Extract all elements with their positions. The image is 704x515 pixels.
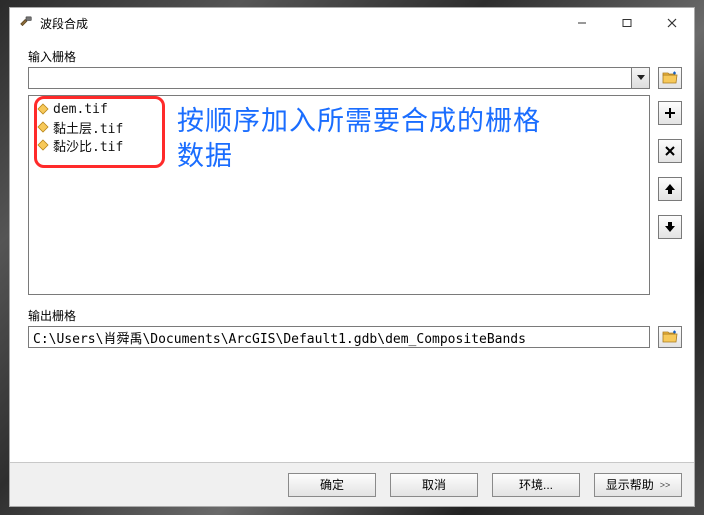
list-item[interactable]: 黏土层.tif bbox=[29, 118, 649, 136]
list-item-label: dem.tif bbox=[53, 102, 108, 117]
raster-layer-icon bbox=[37, 139, 49, 151]
environments-button[interactable]: 环境... bbox=[492, 473, 580, 497]
cancel-button[interactable]: 取消 bbox=[390, 473, 478, 497]
titlebar: 波段合成 bbox=[10, 8, 694, 38]
input-raster-label: 输入栅格 bbox=[28, 48, 682, 65]
browse-output-button[interactable] bbox=[658, 326, 682, 348]
environments-button-label: 环境... bbox=[519, 476, 553, 493]
cancel-button-label: 取消 bbox=[422, 476, 446, 493]
list-item-label: 黏沙比.tif bbox=[53, 136, 123, 155]
show-help-button[interactable]: 显示帮助 >> bbox=[594, 473, 682, 497]
raster-layer-icon bbox=[37, 121, 49, 133]
dialog-content: 输入栅格 d bbox=[10, 38, 694, 462]
input-raster-combo[interactable] bbox=[28, 67, 650, 89]
ok-button-label: 确定 bbox=[320, 476, 344, 493]
list-item[interactable]: 黏沙比.tif bbox=[29, 136, 649, 154]
remove-item-button[interactable] bbox=[658, 139, 682, 163]
output-raster-field[interactable] bbox=[28, 326, 650, 348]
output-raster-label: 输出栅格 bbox=[28, 307, 682, 324]
dialog-window: 波段合成 输入栅格 bbox=[9, 7, 695, 507]
show-help-button-label: 显示帮助 bbox=[606, 476, 654, 493]
hammer-icon bbox=[18, 15, 34, 31]
minimize-button[interactable] bbox=[559, 8, 604, 38]
browse-input-button[interactable] bbox=[658, 67, 682, 89]
raster-layer-icon bbox=[37, 103, 49, 115]
maximize-button[interactable] bbox=[604, 8, 649, 38]
combo-dropdown-button[interactable] bbox=[631, 68, 649, 88]
list-item-label: 黏土层.tif bbox=[53, 118, 123, 137]
input-raster-field[interactable] bbox=[29, 68, 631, 88]
move-down-button[interactable] bbox=[658, 215, 682, 239]
dialog-button-bar: 确定 取消 环境... 显示帮助 >> bbox=[10, 462, 694, 506]
window-title: 波段合成 bbox=[40, 15, 88, 32]
close-button[interactable] bbox=[649, 8, 694, 38]
list-item[interactable]: dem.tif bbox=[29, 100, 649, 118]
list-side-buttons bbox=[658, 95, 682, 239]
raster-listbox[interactable]: dem.tif 黏土层.tif 黏沙比.tif 按顺序加入所需要合成的栅 bbox=[28, 95, 650, 295]
ok-button[interactable]: 确定 bbox=[288, 473, 376, 497]
move-up-button[interactable] bbox=[658, 177, 682, 201]
chevron-right-icon: >> bbox=[660, 480, 671, 490]
add-item-button[interactable] bbox=[658, 101, 682, 125]
